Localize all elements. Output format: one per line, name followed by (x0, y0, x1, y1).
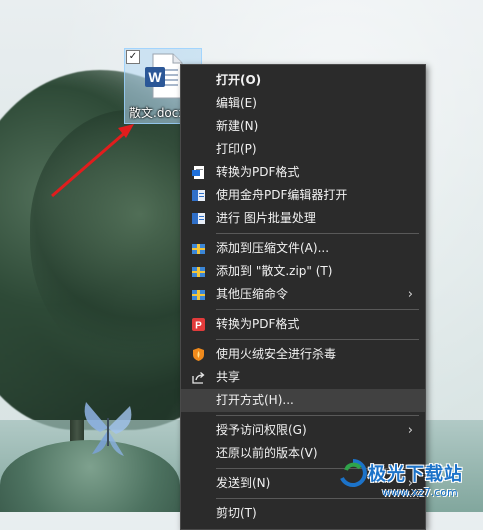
menu-item-label: 添加到压缩文件(A)... (216, 241, 330, 255)
menu-item-label: 添加到 "散文.zip" (T) (216, 264, 333, 278)
menu-item-add-archive[interactable]: 添加到压缩文件(A)... (181, 237, 425, 260)
menu-item-label: 使用金舟PDF编辑器打开 (216, 188, 348, 202)
menu-item-open-with[interactable]: 打开方式(H)... (181, 389, 425, 412)
word-document-icon: W (145, 53, 183, 99)
menu-separator (216, 415, 419, 416)
menu-item-label: 剪切(T) (216, 506, 257, 520)
share-icon (192, 372, 205, 384)
menu-item-edit[interactable]: 编辑(E) (181, 92, 425, 115)
menu-separator (216, 309, 419, 310)
image-batch-icon (192, 213, 205, 224)
submenu-chevron-icon: › (407, 287, 413, 302)
pdf-red-icon: P (192, 318, 205, 332)
menu-item-label: 转换为PDF格式 (216, 165, 300, 179)
svg-text:P: P (195, 321, 202, 332)
menu-item-label: 共享 (216, 370, 241, 384)
menu-separator (216, 233, 419, 234)
watermark-text: 极光下载站 (368, 464, 463, 485)
huorong-shield-icon (193, 348, 204, 361)
menu-item-huorong-scan[interactable]: 使用火绒安全进行杀毒 (181, 343, 425, 366)
menu-item-label: 发送到(N) (216, 476, 271, 490)
watermark-url: www.xz7.com (382, 486, 458, 499)
menu-item-convert-pdf-2[interactable]: P 转换为PDF格式 (181, 313, 425, 336)
watermark-logo-icon (340, 459, 367, 487)
menu-item-label: 打开(O) (216, 73, 262, 87)
menu-item-label: 转换为PDF格式 (216, 317, 300, 331)
menu-item-print[interactable]: 打印(P) (181, 138, 425, 161)
menu-item-convert-pdf[interactable]: 转换为PDF格式 (181, 161, 425, 184)
menu-item-label: 新建(N) (216, 119, 259, 133)
menu-item-other-compress[interactable]: 其他压缩命令 › (181, 283, 425, 306)
menu-item-open[interactable]: 打开(O) (181, 69, 425, 92)
svg-text:W: W (148, 69, 162, 85)
menu-item-open-pdf-editor[interactable]: 使用金舟PDF编辑器打开 (181, 184, 425, 207)
menu-item-label: 打印(P) (216, 142, 257, 156)
butterfly-illustration (84, 402, 132, 456)
menu-item-share[interactable]: 共享 (181, 366, 425, 389)
submenu-chevron-icon: › (407, 423, 413, 438)
menu-item-new[interactable]: 新建(N) (181, 115, 425, 138)
pdf-editor-icon (192, 190, 205, 201)
menu-item-label: 使用火绒安全进行杀毒 (216, 347, 337, 361)
menu-item-label: 打开方式(H)... (216, 393, 294, 407)
watermark: 极光下载站 www.xz7.com (338, 458, 478, 508)
menu-separator (216, 339, 419, 340)
menu-item-label: 进行 图片批量处理 (216, 211, 316, 225)
menu-item-label: 授予访问权限(G) (216, 423, 307, 437)
menu-item-label: 其他压缩命令 (216, 287, 289, 301)
menu-item-grant-access[interactable]: 授予访问权限(G) › (181, 419, 425, 442)
file-select-checkbox[interactable]: ✓ (126, 50, 140, 64)
menu-item-label: 还原以前的版本(V) (216, 446, 318, 460)
menu-item-image-batch[interactable]: 进行 图片批量处理 (181, 207, 425, 230)
pdf-convert-icon (192, 166, 204, 179)
archive-icon (192, 267, 205, 277)
menu-item-label: 编辑(E) (216, 96, 257, 110)
menu-item-add-zip[interactable]: 添加到 "散文.zip" (T) (181, 260, 425, 283)
archive-icon (192, 244, 205, 254)
archive-icon (192, 290, 205, 300)
